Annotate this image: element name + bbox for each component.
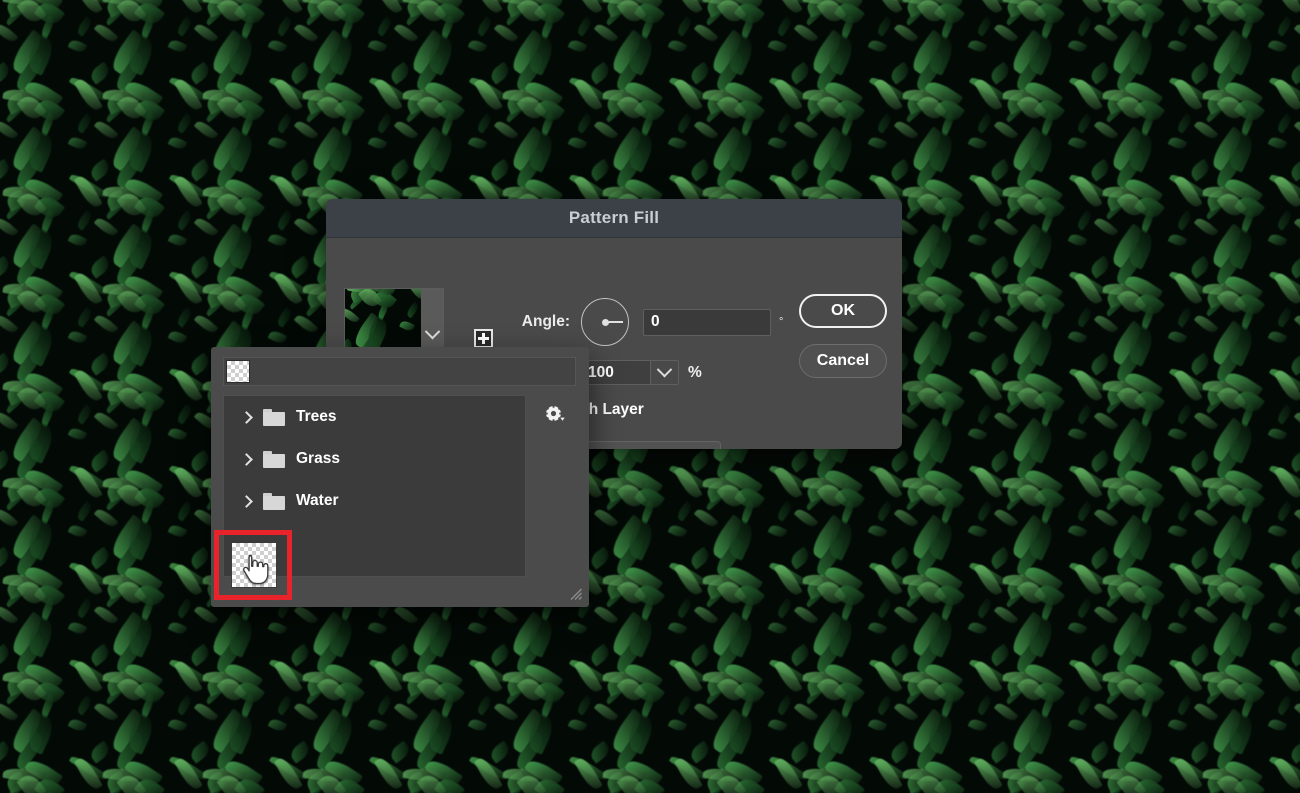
add-pattern-icon[interactable] <box>474 329 493 348</box>
resize-grip-icon[interactable] <box>568 586 583 601</box>
angle-label: Angle: <box>521 313 570 330</box>
chevron-right-icon[interactable] <box>239 410 253 424</box>
pattern-group-label: Trees <box>296 408 337 425</box>
pattern-group-label: Grass <box>296 450 340 467</box>
scale-input[interactable] <box>582 361 650 384</box>
current-pattern-swatch[interactable] <box>226 360 250 383</box>
pointing-hand-cursor <box>243 554 269 591</box>
snap-to-origin-button[interactable]: Snap to Origin <box>586 441 721 449</box>
angle-row: Angle: ° <box>506 298 783 346</box>
folder-icon <box>263 450 285 468</box>
chevron-right-icon[interactable] <box>239 494 253 508</box>
folder-icon <box>263 492 285 510</box>
gear-icon[interactable] <box>544 404 566 426</box>
degree-symbol: ° <box>779 316 784 328</box>
folder-icon <box>263 408 285 426</box>
angle-dial-icon[interactable] <box>581 298 629 346</box>
chevron-down-icon[interactable] <box>650 361 678 384</box>
pattern-group-row-water[interactable]: Water <box>224 480 525 522</box>
pattern-group-row-grass[interactable]: Grass <box>224 438 525 480</box>
pattern-picker-searchbar[interactable] <box>223 357 576 386</box>
pattern-picker-panel: Trees Grass Water <box>211 347 589 607</box>
dialog-titlebar[interactable]: Pattern Fill <box>326 199 902 238</box>
scale-field[interactable] <box>581 360 679 385</box>
chevron-right-icon[interactable] <box>239 452 253 466</box>
percent-symbol: % <box>688 363 702 381</box>
screen: Pattern Fill Angle: ° <box>0 0 1300 793</box>
page-title: Pattern Fill <box>568 208 660 227</box>
cancel-button[interactable]: Cancel <box>799 344 887 378</box>
pattern-group-label: Water <box>296 492 339 509</box>
angle-input[interactable] <box>643 308 771 336</box>
pattern-group-row-trees[interactable]: Trees <box>224 396 525 438</box>
ok-button[interactable]: OK <box>799 294 887 328</box>
